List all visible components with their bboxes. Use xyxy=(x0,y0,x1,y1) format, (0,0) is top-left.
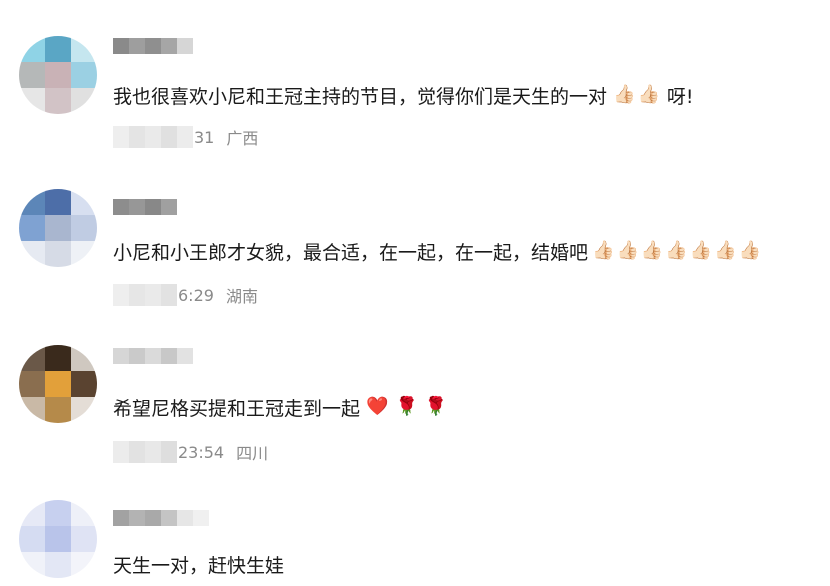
comment-text: 我也很喜欢小尼和王冠主持的节目，觉得你们是天生的一对 👍🏻 👍🏻 呀! xyxy=(113,82,693,108)
comment-body: 小尼和小王郎才女貌，最合适，在一起，在一起，结婚吧 xyxy=(113,241,589,264)
thumbs-up-icon: 👍🏻 xyxy=(613,84,636,105)
comment-meta: 6:29 湖南 xyxy=(113,284,258,306)
thumbs-up-icon: 👍🏻 xyxy=(665,240,688,261)
avatar[interactable] xyxy=(19,36,97,114)
timestamp: 23:54 xyxy=(178,442,225,462)
location: 广西 xyxy=(226,129,259,148)
avatar[interactable] xyxy=(19,500,97,578)
thumbs-up-icon: 👍🏻 xyxy=(689,240,713,261)
timestamp-blurred xyxy=(113,126,193,148)
timestamp-blurred xyxy=(113,284,177,306)
thumbs-up-icon: 👍🏻 xyxy=(738,240,761,261)
comment-text: 天生一对，赶快生娃 xyxy=(113,551,284,577)
thumbs-up-icon: 👍🏻 xyxy=(592,240,615,261)
comment-text: 希望尼格买提和王冠走到一起 ❤️ 🌹 🌹 xyxy=(113,394,448,420)
comment-text: 小尼和小王郎才女貌，最合适，在一起，在一起，结婚吧 👍🏻 👍🏻 👍🏻 👍🏻 👍🏻… xyxy=(113,238,762,264)
comment-body: 天生一对，赶快生娃 xyxy=(113,554,285,577)
username-blurred[interactable] xyxy=(113,510,209,526)
username-blurred[interactable] xyxy=(113,38,193,54)
comment-meta: 31 广西 xyxy=(113,126,258,148)
timestamp: 31 xyxy=(194,127,215,147)
heart-icon: ❤️ xyxy=(366,396,389,417)
thumbs-up-icon: 👍🏻 xyxy=(637,84,660,105)
comment-suffix: 呀! xyxy=(666,85,694,108)
comment-body: 我也很喜欢小尼和王冠主持的节目，觉得你们是天生的一对 xyxy=(113,85,608,108)
thumbs-up-icon: 👍🏻 xyxy=(640,240,664,261)
thumbs-up-icon: 👍🏻 xyxy=(616,240,639,261)
comment-meta: 23:54 四川 xyxy=(113,441,268,463)
avatar[interactable] xyxy=(19,345,97,423)
timestamp-blurred xyxy=(113,441,177,463)
rose-icon: 🌹 xyxy=(395,396,418,417)
thumbs-up-icon: 👍🏻 xyxy=(714,240,737,261)
comment-body: 希望尼格买提和王冠走到一起 xyxy=(113,397,361,420)
location: 四川 xyxy=(236,444,269,463)
username-blurred[interactable] xyxy=(113,348,193,364)
location: 湖南 xyxy=(225,287,258,306)
timestamp: 6:29 xyxy=(178,285,214,305)
avatar[interactable] xyxy=(19,189,97,267)
username-blurred[interactable] xyxy=(113,199,177,215)
rose-icon: 🌹 xyxy=(424,396,448,417)
